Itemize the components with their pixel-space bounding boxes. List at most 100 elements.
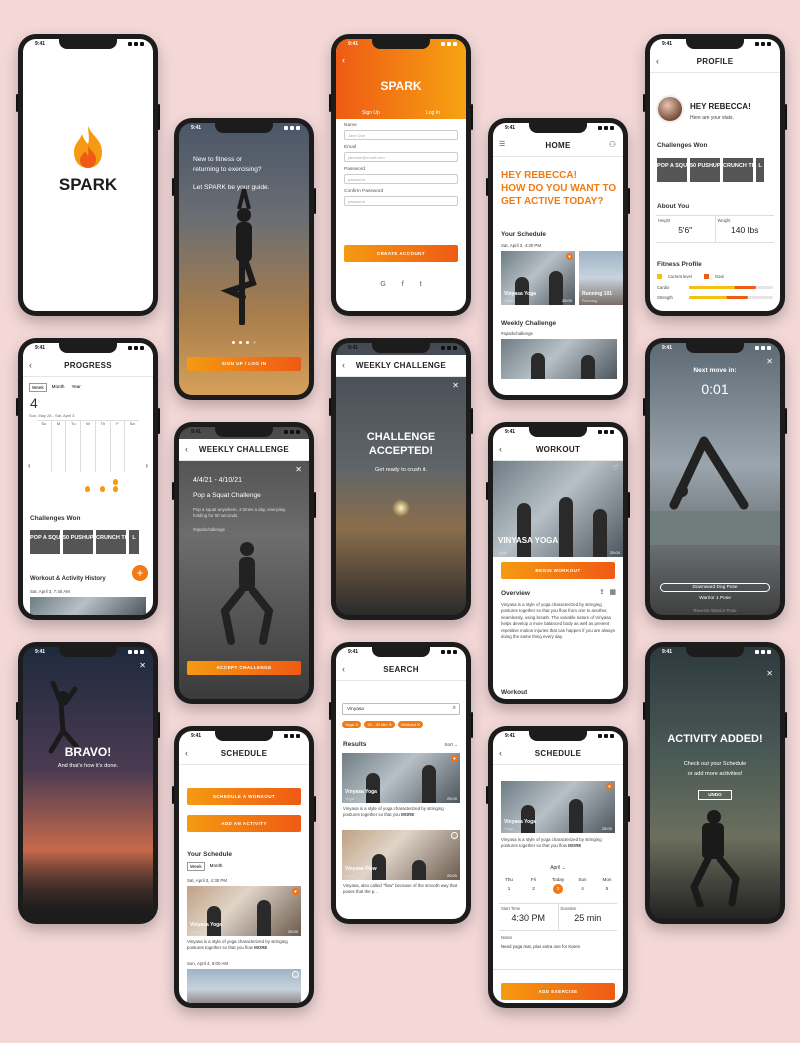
tab-year[interactable]: Year [69, 383, 82, 392]
schedule-card[interactable]: ♥ Vinyasa Yoga Yoga 25:00 [501, 251, 575, 305]
calendar-icon[interactable]: ▦ [609, 588, 616, 596]
challenge-tile[interactable]: POP A SQUAT [657, 158, 694, 182]
result-desc: Vinyasa, also called "flow" because of t… [343, 883, 458, 895]
weekly-challenge-card[interactable] [501, 339, 617, 379]
back-icon[interactable]: ‹ [499, 748, 502, 758]
exercise-desc: Vinyasa is a style of yoga characterized… [501, 837, 602, 849]
chevron-right-icon[interactable]: › [145, 461, 148, 470]
menu-icon[interactable]: ☰ [499, 140, 505, 148]
fitness-bar-row: Cardio [657, 285, 773, 290]
close-icon[interactable]: ✕ [452, 381, 459, 390]
more-link[interactable]: MORE [568, 843, 581, 848]
back-icon[interactable]: ‹ [342, 55, 345, 65]
challenge-tile[interactable]: POP A SQUAT [30, 530, 67, 554]
schedule-card[interactable]: Running 101 Running [579, 251, 623, 305]
facebook-icon[interactable]: f [402, 281, 404, 288]
tab-month[interactable]: Month [50, 383, 67, 392]
accepted-sub: Get ready to crush it. [375, 467, 427, 473]
start-time-field[interactable]: 4:30 PM [501, 913, 556, 923]
current-pose[interactable]: Downward Dog Pose [660, 583, 770, 592]
home-greeting: HEY REBECCA! [501, 170, 577, 181]
back-icon[interactable]: ‹ [342, 664, 345, 674]
bravo-title: BRAVO! [64, 745, 112, 759]
challenge-tile[interactable]: L [756, 158, 764, 182]
close-icon[interactable]: ✕ [766, 669, 773, 678]
more-link[interactable]: MORE [254, 945, 267, 950]
back-icon[interactable]: ‹ [656, 56, 659, 66]
back-icon[interactable]: ‹ [29, 360, 32, 370]
sort-dropdown[interactable]: Sort ⌄ [444, 742, 458, 748]
back-icon[interactable]: ‹ [185, 444, 188, 454]
name-field[interactable]: Jane Doe [344, 130, 458, 140]
duration-field[interactable]: 25 min [561, 913, 616, 923]
password-field[interactable]: password [344, 174, 458, 184]
back-icon[interactable]: ‹ [342, 360, 345, 370]
confirm-password-field[interactable]: password [344, 196, 458, 206]
email-field[interactable]: janedoe@email.com [344, 152, 458, 162]
day-picker[interactable]: Thu 1 Fri 2 Today 3 Sun 4 Mon 5 [499, 877, 617, 894]
tab-week[interactable]: Week [29, 383, 47, 392]
add-exercise-button[interactable]: ADD EXERCISE [501, 983, 615, 1000]
schedule-workout-button[interactable]: SCHEDULE A WORKOUT [187, 788, 301, 805]
accept-challenge-button[interactable]: ACCEPT CHALLENGE [187, 661, 301, 675]
challenge-tile[interactable]: L [129, 530, 139, 554]
begin-workout-button[interactable]: BEGIN WORKOUT [501, 562, 615, 579]
heart-icon[interactable]: ♡ [292, 971, 299, 978]
result-card[interactable]: ♥ Vinyasa Yoga Yoga 25:00 [342, 753, 460, 803]
filter-chip[interactable]: Workout ✕ [397, 721, 424, 728]
notes-field[interactable]: Need yoga mat, plus extra one for Karen [501, 944, 615, 949]
tab-month[interactable]: Month [208, 862, 225, 871]
back-icon[interactable]: ‹ [185, 748, 188, 758]
challenge-tile[interactable]: CRUNCH TIME [723, 158, 762, 182]
schedule-card[interactable]: ♡ [187, 969, 301, 1003]
next-pose: Warrior 1 Pose [699, 596, 731, 601]
search-input[interactable]: Vinyasa ⌕ [342, 703, 460, 715]
heart-icon[interactable]: ♡ [451, 832, 458, 839]
undo-button[interactable]: UNDO [698, 790, 732, 800]
close-icon[interactable]: ✕ [139, 661, 146, 670]
progress-range: Sun, May 28 - Sat, April 3 [29, 413, 75, 418]
back-icon[interactable]: ‹ [499, 444, 502, 454]
search-icon[interactable]: ⌕ [453, 705, 456, 712]
fitness-bar-label: Strength [657, 295, 673, 300]
page-dots[interactable] [179, 341, 309, 344]
challenge-tile[interactable]: 50 PUSHUPS [63, 530, 97, 554]
tab-week[interactable]: Week [187, 862, 205, 871]
challenge-tile[interactable]: CRUNCH TIME [96, 530, 135, 554]
onboarding-headline: returning to exercising? [193, 166, 262, 173]
after-pose: Reverse Warrior Pose [693, 608, 737, 613]
fitness-bar-row: Strength [657, 295, 773, 300]
heart-icon[interactable]: ♥ [566, 253, 573, 260]
challenge-tile[interactable]: 50 PUSHUPS [690, 158, 724, 182]
heart-icon[interactable]: ♥ [606, 783, 613, 790]
create-account-button[interactable]: CREATE ACCOUNT [344, 245, 458, 262]
page-title: PROFILE [696, 57, 734, 66]
heart-icon[interactable]: ♥ [292, 888, 299, 895]
user-icon[interactable]: ⚇ [609, 140, 616, 149]
signup-login-button[interactable]: SIGN UP / LOG IN [187, 357, 301, 371]
add-button[interactable]: + [132, 565, 148, 581]
workout-title: VINYASA YOGA [498, 536, 559, 545]
filter-chip[interactable]: 20 - 30 Min ✕ [364, 721, 395, 728]
close-icon[interactable]: ✕ [766, 357, 773, 366]
google-icon[interactable]: G [380, 281, 385, 288]
heart-icon[interactable]: ♥ [451, 755, 458, 762]
tab-login[interactable]: Log In [426, 110, 440, 116]
result-card[interactable]: ♡ Vinyasa Flow Yoga 20:00 [342, 830, 460, 880]
add-activity-button[interactable]: ADD AN ACTIVITY [187, 815, 301, 832]
heart-icon[interactable]: ♡ [613, 464, 619, 472]
schedule-card[interactable]: ♥ Vinyasa Yoga Yoga 25:00 [187, 886, 301, 936]
share-icon[interactable]: ⇪ [599, 588, 605, 596]
month-selector[interactable]: April ⌄ [493, 865, 623, 871]
history-photo[interactable] [30, 597, 146, 615]
tab-signup[interactable]: Sign Up [362, 110, 380, 116]
filter-chip[interactable]: Yoga ✕ [342, 721, 362, 728]
status-time: 9:41 [35, 41, 46, 47]
flame-badge-icon [113, 486, 118, 492]
close-icon[interactable]: ✕ [295, 465, 302, 474]
twitter-icon[interactable]: t [420, 281, 422, 288]
exercise-card[interactable]: ♥ Vinyasa Yoga Yoga 25:00 [501, 781, 615, 833]
flame-logo-icon [74, 126, 102, 168]
more-link[interactable]: MORE [401, 812, 414, 817]
chevron-left-icon[interactable]: ‹ [28, 461, 31, 470]
